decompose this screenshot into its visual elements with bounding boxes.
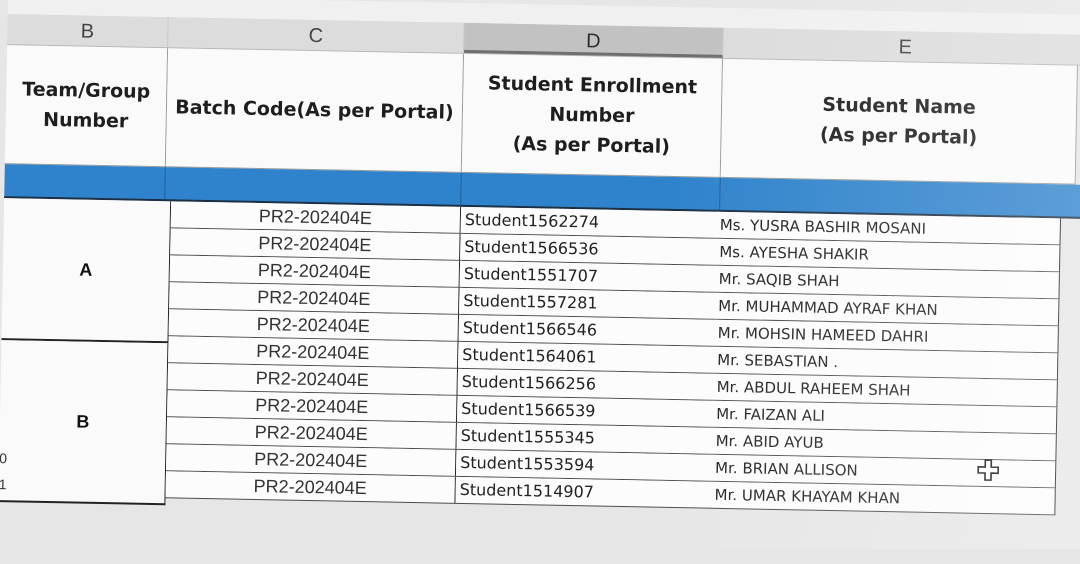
header-student-name-line2: (As per Portal) — [819, 123, 978, 149]
group-b-cell[interactable]: B — [0, 340, 169, 506]
header-team-group-line2: Number — [42, 108, 129, 133]
spreadsheet-grid: B C D E Team/Group Number Batch Code(As … — [0, 0, 1080, 564]
column-header-b[interactable]: B — [7, 14, 169, 48]
group-a-cell[interactable]: A — [1, 198, 172, 344]
header-enrollment-line3: (As per Portal) — [512, 132, 671, 158]
header-team-group-line1: Team/Group — [22, 78, 151, 103]
header-enrollment-line1: Student Enrollment — [487, 72, 698, 99]
column-header-c[interactable]: C — [168, 17, 465, 53]
column-header-d[interactable]: D — [464, 22, 724, 58]
header-batch-code-line1: Batch Code(As per Portal) — [174, 96, 454, 124]
header-student-name-line1: Student Name — [822, 93, 977, 119]
row-number[interactable]: 0 — [0, 450, 9, 466]
student-name-cell[interactable]: Mr. UMAR KHAYAM KHAN — [710, 481, 1056, 516]
header-team-group[interactable]: Team/Group Number — [4, 45, 169, 168]
header-student-name[interactable]: Student Name (As per Portal) — [720, 58, 1078, 185]
plus-cross-cursor-icon — [977, 459, 1000, 481]
batch-code-cell[interactable]: PR2-202404E — [165, 471, 456, 504]
header-enrollment[interactable]: Student Enrollment Number (As per Portal… — [461, 53, 724, 178]
row-number[interactable]: 1 — [0, 476, 9, 492]
header-batch-code[interactable]: Batch Code(As per Portal) — [165, 48, 465, 173]
enrollment-cell[interactable]: Student1514907 — [455, 476, 715, 509]
header-enrollment-line2: Number — [549, 103, 635, 128]
